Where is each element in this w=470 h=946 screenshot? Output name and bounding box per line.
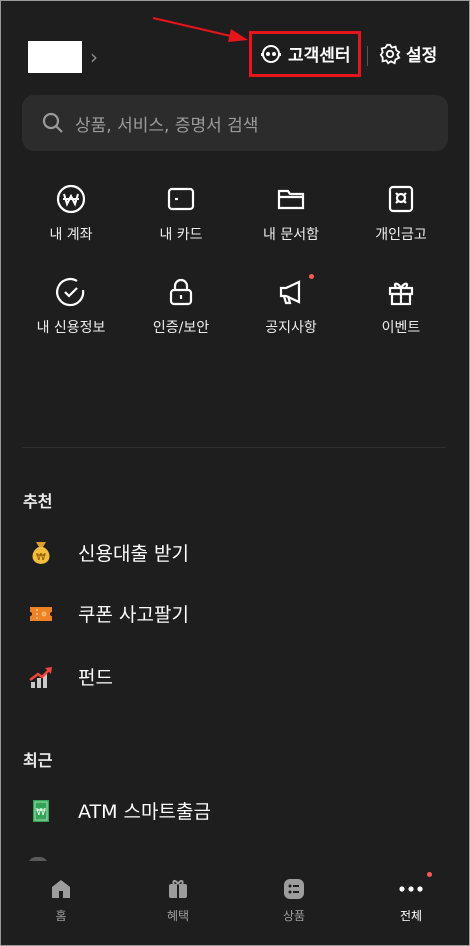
menu-my-card[interactable]: 내 카드 <box>131 183 231 244</box>
menu-my-account[interactable]: 내 계좌 <box>21 183 121 244</box>
menu-auth-security[interactable]: 인증/보안 <box>131 276 231 337</box>
search-bar[interactable]: 상품, 서비스, 증명서 검색 <box>22 95 448 151</box>
more-icon <box>399 886 423 892</box>
menu-event[interactable]: 이벤트 <box>351 276 451 337</box>
app-screen: › 고객센터 설정 상품, 서비스, 증명서 검색 내 계좌 내 카드 내 문서… <box>0 0 470 946</box>
menu-label: 개인금고 <box>375 227 427 243</box>
safe-icon <box>388 185 414 213</box>
gear-icon <box>379 43 401 64</box>
check-circle-icon <box>56 278 85 307</box>
list-item-credit-loan[interactable]: ₩ 신용대출 받기 <box>28 538 189 566</box>
tab-label: 홈 <box>55 909 67 923</box>
new-badge <box>427 872 432 877</box>
menu-label: 이벤트 <box>381 320 421 336</box>
list-item-fund[interactable]: 펀드 <box>28 663 113 690</box>
search-placeholder: 상품, 서비스, 증명서 검색 <box>75 115 259 136</box>
section-title-recommend: 추천 <box>23 492 53 511</box>
chart-up-icon <box>29 666 52 688</box>
won-circle-icon <box>56 184 86 214</box>
lock-icon <box>169 278 193 306</box>
search-icon <box>42 112 63 133</box>
tab-benefits[interactable]: 혜택 <box>138 877 218 924</box>
menu-my-credit[interactable]: 내 신용정보 <box>21 276 121 337</box>
home-icon <box>52 880 70 898</box>
menu-personal-safe[interactable]: 개인금고 <box>351 183 451 244</box>
menu-label: 내 카드 <box>159 227 203 243</box>
new-badge <box>309 274 314 279</box>
bottom-tab-bar: 홈 혜택 상품 전체 <box>1 861 469 945</box>
headset-icon <box>261 44 281 63</box>
menu-my-documents[interactable]: 내 문서함 <box>241 183 341 244</box>
settings-button[interactable]: 설정 <box>379 41 437 66</box>
menu-label: 내 신용정보 <box>36 320 106 336</box>
header-divider <box>367 46 368 66</box>
annotation-arrow-icon <box>152 17 248 42</box>
svg-text:₩: ₩ <box>36 807 46 818</box>
tab-label: 혜택 <box>166 909 190 923</box>
section-title-recent: 최근 <box>23 751 53 770</box>
menu-label: 내 문서함 <box>263 227 319 243</box>
svg-text:₩: ₩ <box>36 552 46 563</box>
customer-center-label: 고객센터 <box>288 46 351 66</box>
chevron-right-icon[interactable]: › <box>90 45 98 69</box>
menu-notice[interactable]: 공지사항 <box>241 274 341 337</box>
folder-icon <box>277 189 305 210</box>
menu-label: 내 계좌 <box>49 227 93 243</box>
gift-icon <box>388 282 414 306</box>
tab-label: 상품 <box>282 909 306 923</box>
list-item-atm-withdraw[interactable]: ₩ ATM 스마트출금 <box>28 797 211 824</box>
list-item-coupon[interactable]: 쿠폰 사고팔기 <box>28 600 189 627</box>
settings-label: 설정 <box>406 46 438 66</box>
tab-home[interactable]: 홈 <box>21 877 101 924</box>
tab-all[interactable]: 전체 <box>371 872 451 924</box>
list-item-label: 펀드 <box>78 667 113 689</box>
customer-center-button[interactable]: 고객센터 <box>259 41 351 66</box>
menu-label: 공지사항 <box>265 320 317 336</box>
list-item-label: ATM 스마트출금 <box>78 801 211 823</box>
gift-box-icon <box>169 880 187 898</box>
tab-label: 전체 <box>399 909 423 923</box>
list-icon <box>284 879 304 899</box>
ticket-icon <box>30 606 52 621</box>
list-item-label: 쿠폰 사고팔기 <box>78 604 189 626</box>
banknote-icon: ₩ <box>33 799 49 822</box>
menu-label: 인증/보안 <box>152 320 210 336</box>
money-bag-icon: ₩ <box>32 542 50 564</box>
profile-name-redacted[interactable] <box>28 41 82 73</box>
tab-products[interactable]: 상품 <box>254 877 334 924</box>
card-icon <box>167 187 195 211</box>
megaphone-icon <box>279 280 301 305</box>
section-divider <box>22 447 446 448</box>
list-item-label: 신용대출 받기 <box>78 542 189 565</box>
